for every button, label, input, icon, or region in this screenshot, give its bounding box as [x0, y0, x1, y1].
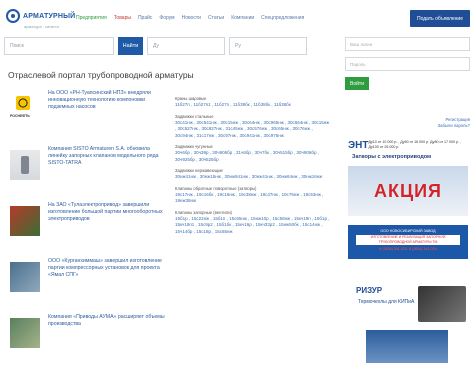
news-link[interactable]: ООО «Курганхиммаш» завершил изготовление… [48, 258, 166, 280]
compressor-image [10, 262, 40, 292]
page-title: Отраслевой портал трубопроводной арматур… [8, 70, 194, 80]
category-links[interactable]: 30ч6бр , 30ч39р , 30ч906бр , 31ч6бр , 30… [175, 150, 331, 163]
login-form: Ваш логин Пароль Войти Регистрация Забыл… [345, 37, 470, 128]
password-field[interactable]: Пароль [345, 57, 470, 71]
category-block: Задвижки чугунные 30ч6бр , 30ч39р , 30ч9… [175, 144, 331, 163]
valve-image [10, 150, 40, 180]
logo-icon [6, 9, 20, 23]
category-links[interactable]: 30с41нж , 30с541нж , 30с15нж , 30с64нж ,… [175, 120, 331, 140]
news-list: На ООО «РН-Туапсинский НПЗ» внедряли инн… [4, 90, 176, 370]
site-logo[interactable]: АРМАТУРНЫЙ [6, 9, 75, 23]
category-block: Краны шаровые 11б27п , 11б27п1 , 11б27п … [175, 96, 331, 109]
news-item[interactable]: Компания SISTO Armaturen S.A. обновила л… [4, 146, 176, 202]
rizur-logo: РИЗУР [356, 286, 383, 295]
category-links[interactable]: 19с17нж , 19с16бк , 19с16нж , 19с38нж , … [175, 192, 331, 205]
login-field[interactable]: Ваш логин [345, 37, 470, 51]
rosneft-logo-icon [10, 94, 40, 124]
ad-text: Ду10 от 10 000 р. , Ду50 от 16 000 р. Ду… [368, 140, 462, 149]
search-bar: Поиск Найти Ду Ру [4, 37, 307, 57]
category-links[interactable]: 11б27п , 11б27п1 , 11б27п , 11б38бк , 11… [175, 102, 331, 109]
du-input[interactable]: Ду [147, 37, 225, 55]
news-link[interactable]: Компания «Приводы АУМА» расширяет объемы… [48, 314, 166, 328]
ad-banner-promo[interactable]: АКЦИЯ [348, 166, 468, 216]
ad-line: ООО НОВОСИБИРСКИЙ ЗАВОД [380, 229, 436, 233]
top-nav: Предприятия Товары Прайс Форум Новости С… [76, 15, 304, 21]
news-item[interactable]: Компания «Приводы АУМА» расширяет объемы… [4, 314, 176, 370]
promo-text: АКЦИЯ [373, 180, 442, 201]
nav-item-offers[interactable]: Спецпредложения [261, 15, 304, 21]
ru-input[interactable]: Ру [229, 37, 307, 55]
nav-item-news[interactable]: Новости [182, 15, 201, 21]
news-item[interactable]: ООО «Курганхиммаш» завершил изготовление… [4, 258, 176, 314]
nav-item-firms[interactable]: Компании [231, 15, 254, 21]
category-block: Задвижки стальные 30с41нж , 30с541нж , 3… [175, 114, 331, 140]
ad-banner-factory[interactable]: ООО НОВОСИБИРСКИЙ ЗАВОД ИЗГОТОВЛЕНИЕ И Р… [348, 225, 468, 259]
nav-item-prices[interactable]: Прайс [138, 15, 152, 21]
forgot-password-link[interactable]: Забыли пароль? [438, 123, 470, 129]
add-ad-button[interactable]: Подать объявление [410, 10, 470, 27]
login-links: Регистрация Забыли пароль? [438, 117, 470, 129]
logo-text: АРМАТУРНЫЙ [23, 12, 76, 20]
nav-item-companies[interactable]: Предприятия [76, 15, 107, 21]
ad-banner-rizur[interactable]: РИЗУР Термочехлы для КИПиА [348, 282, 468, 324]
category-links[interactable]: 15б1р , 15с22нж , 15б1п , 15с65нж , 15нж… [175, 216, 331, 236]
ent-logo: ЭНТ [348, 139, 369, 151]
ad-phone: 8 (3834) 341-023, 8 (3834) 341-024 [379, 247, 437, 251]
logo-subtitle: арматура · каталог [24, 24, 60, 29]
nav-item-goods[interactable]: Товары [114, 15, 131, 21]
news-link[interactable]: Компания SISTO Armaturen S.A. обновила л… [48, 146, 166, 168]
category-block: Клапаны обратные поворотные (затворы) 19… [175, 186, 331, 205]
ad-caption[interactable]: Затворы с электроприводом [352, 154, 431, 160]
ad-line: ИЗГОТОВЛЕНИЕ И РЕАЛИЗАЦИЯ ЗАПОРНОЙ ТРУБО… [356, 235, 460, 245]
news-link[interactable]: На ООО «РН-Туапсинский НПЗ» внедряли инн… [48, 90, 166, 112]
header: АРМАТУРНЫЙ арматура · каталог Предприяти… [0, 0, 476, 42]
news-link[interactable]: На ЗАО «Тулаэлектропривод» завершили изг… [48, 202, 166, 224]
category-list: Краны шаровые 11б27п , 11б27п1 , 11б27п … [175, 96, 331, 240]
news-item[interactable]: На ООО «РН-Туапсинский НПЗ» внедряли инн… [4, 90, 176, 146]
category-block: Задвижки нержавеющие 30нж41нж , 30нж15нж… [175, 168, 331, 181]
category-block: Клапаны запорные (вентили) 15б1р , 15с22… [175, 210, 331, 236]
ad-text: Термочехлы для КИПиА [358, 299, 415, 305]
search-input[interactable]: Поиск [4, 37, 114, 55]
search-button[interactable]: Найти [118, 37, 143, 55]
product-image [418, 286, 466, 322]
login-button[interactable]: Войти [345, 77, 369, 90]
news-item[interactable]: На ЗАО «Тулаэлектропривод» завершили изг… [4, 202, 176, 258]
actuator-image [10, 318, 40, 348]
nav-item-forum[interactable]: Форум [159, 15, 174, 21]
category-links[interactable]: 30нж41нж , 30нж15нж , 30нж941нж , 30нж41… [175, 174, 331, 181]
ad-banner-bottom[interactable] [366, 330, 448, 363]
ad-banner-ent[interactable]: ЭНТ Ду10 от 10 000 р. , Ду50 от 16 000 р… [348, 134, 468, 156]
valve-image [10, 206, 40, 236]
nav-item-articles[interactable]: Статьи [208, 15, 224, 21]
